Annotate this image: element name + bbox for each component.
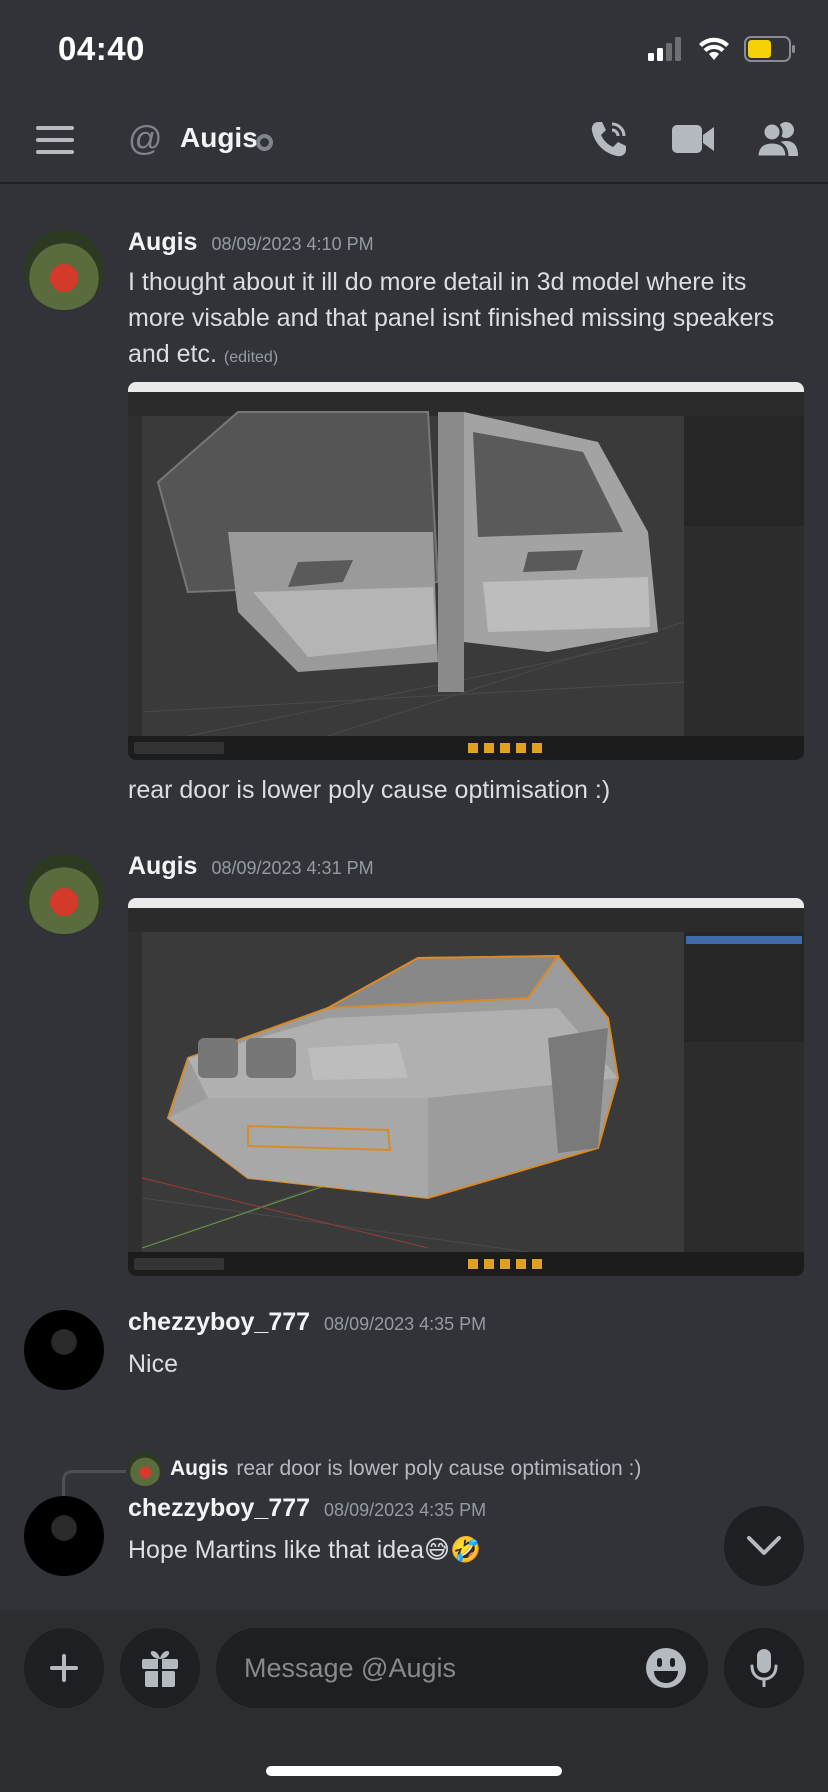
message-author[interactable]: Augis 08/09/2023 4:31 PM	[128, 852, 374, 881]
home-indicator	[266, 1766, 562, 1776]
mic-icon	[750, 1649, 778, 1687]
message-text: rear door is lower poly cause optimisati…	[128, 776, 611, 804]
image-attachment[interactable]	[128, 898, 804, 1276]
message-list[interactable]: Augis 08/09/2023 4:10 PM I thought about …	[0, 186, 828, 1606]
message-timestamp: 08/09/2023 4:31 PM	[211, 858, 374, 878]
image-attachment[interactable]	[128, 382, 804, 760]
emoji-icon[interactable]	[644, 1646, 688, 1690]
message-text: Hope Martins like that idea😅🤣	[128, 1536, 482, 1564]
message-author[interactable]: Augis 08/09/2023 4:10 PM	[128, 228, 374, 257]
message-timestamp: 08/09/2023 4:35 PM	[324, 1500, 487, 1520]
message-author[interactable]: chezzyboy_777 08/09/2023 4:35 PM	[128, 1494, 486, 1523]
reply-text: rear door is lower poly cause optimisati…	[236, 1457, 642, 1480]
voice-message-button[interactable]	[724, 1628, 804, 1708]
avatar[interactable]	[24, 230, 104, 310]
jump-to-present-button[interactable]	[724, 1506, 804, 1586]
gift-icon	[142, 1651, 178, 1687]
reply-author: Augis	[170, 1457, 229, 1480]
reply-reference[interactable]: Augis rear door is lower poly cause opti…	[128, 1452, 641, 1486]
message-input-wrapper	[216, 1628, 708, 1708]
header-title[interactable]: Augis	[180, 122, 258, 154]
message-timestamp: 08/09/2023 4:10 PM	[211, 234, 374, 254]
status-bar: 04:40	[0, 0, 828, 100]
message-input[interactable]	[244, 1646, 624, 1690]
blender-screenshot-image	[128, 898, 804, 1276]
status-time: 04:40	[58, 30, 145, 67]
status-icons	[648, 36, 796, 62]
blender-screenshot-image	[128, 382, 804, 760]
channel-header: @ Augis	[0, 100, 828, 184]
call-icon[interactable]	[588, 118, 630, 160]
header-actions	[588, 118, 800, 160]
wifi-icon	[699, 37, 729, 60]
reply-connector	[62, 1470, 126, 1496]
edited-label: (edited)	[223, 349, 279, 366]
chevron-down-icon	[747, 1536, 781, 1555]
at-icon: @	[128, 120, 163, 158]
message-composer	[0, 1610, 828, 1792]
message-timestamp: 08/09/2023 4:35 PM	[324, 1314, 487, 1334]
video-icon[interactable]	[672, 122, 714, 156]
message-text: Nice	[128, 1350, 179, 1378]
add-attachment-button[interactable]	[24, 1628, 104, 1708]
offline-status-icon	[256, 134, 273, 151]
message-text: I thought about it ill do more detail in…	[128, 268, 775, 368]
message-author[interactable]: chezzyboy_777 08/09/2023 4:35 PM	[128, 1308, 486, 1337]
avatar[interactable]	[24, 1310, 104, 1390]
battery-icon	[744, 36, 795, 62]
plus-icon	[50, 1654, 78, 1682]
avatar[interactable]	[24, 854, 104, 934]
reply-avatar	[128, 1452, 162, 1486]
hamburger-icon[interactable]	[36, 126, 74, 156]
members-icon[interactable]	[756, 120, 800, 158]
avatar[interactable]	[24, 1496, 104, 1576]
gift-button[interactable]	[120, 1628, 200, 1708]
signal-icon	[648, 37, 681, 61]
